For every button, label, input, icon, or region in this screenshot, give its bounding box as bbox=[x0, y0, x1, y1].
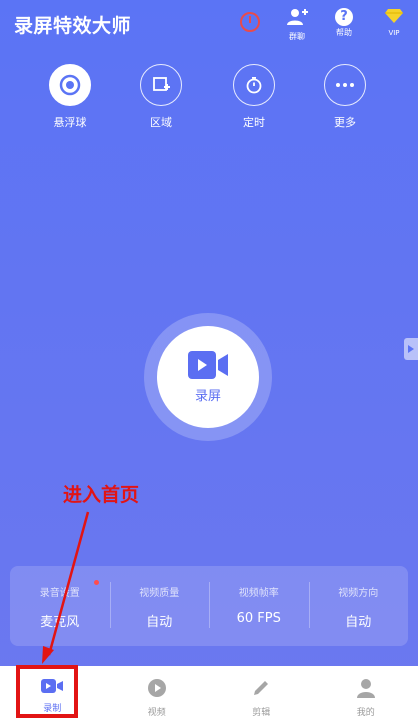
setting-framerate[interactable]: 视频帧率 60 FPS bbox=[209, 566, 309, 646]
region-icon bbox=[153, 77, 170, 91]
diamond-icon bbox=[385, 9, 403, 23]
group-chat-label: 群聊 bbox=[289, 32, 305, 41]
tool-region[interactable]: 区域 bbox=[133, 64, 189, 130]
tool-label: 更多 bbox=[334, 116, 356, 129]
tab-edit[interactable]: 剪辑 bbox=[209, 666, 314, 720]
notification-dot bbox=[94, 580, 99, 585]
group-chat-button[interactable]: 群聊 bbox=[282, 8, 312, 42]
settings-panel: 录音设置 麦克风 视频质量 自动 视频帧率 60 FPS 视频方向 自动 bbox=[10, 566, 408, 646]
setting-key: 视频方向 bbox=[338, 588, 379, 599]
setting-key: 视频质量 bbox=[139, 588, 180, 599]
clock-icon bbox=[240, 12, 260, 32]
video-camera-icon bbox=[188, 350, 228, 379]
setting-key: 录音设置 bbox=[39, 588, 80, 599]
play-arrow-icon bbox=[408, 345, 414, 353]
tool-floating-ball[interactable]: 悬浮球 bbox=[42, 64, 98, 130]
tab-profile[interactable]: 我的 bbox=[314, 666, 418, 720]
vip-button[interactable]: VIP bbox=[379, 8, 409, 37]
help-label: 帮助 bbox=[336, 28, 352, 37]
user-icon bbox=[356, 679, 375, 698]
timer-record-button[interactable] bbox=[235, 8, 265, 32]
record-button[interactable]: 录屏 bbox=[157, 326, 259, 428]
vip-label: VIP bbox=[388, 29, 400, 37]
setting-value: 麦克风 bbox=[40, 615, 80, 630]
side-drawer-handle[interactable] bbox=[404, 338, 418, 360]
setting-audio[interactable]: 录音设置 麦克风 bbox=[10, 566, 110, 646]
setting-value: 60 FPS bbox=[236, 611, 281, 626]
app-screen: 录屏特效大师 群聊 ? 帮助 VIP 悬浮球 区域 定时 更多 录屏 进入首页 … bbox=[0, 0, 418, 720]
setting-value: 自动 bbox=[345, 615, 372, 630]
tab-label: 剪辑 bbox=[252, 708, 271, 718]
annotation-highlight-box bbox=[16, 665, 78, 718]
help-button[interactable]: ? 帮助 bbox=[329, 8, 359, 38]
setting-value: 自动 bbox=[146, 615, 173, 630]
play-circle-icon bbox=[147, 679, 166, 697]
setting-key: 视频帧率 bbox=[238, 588, 279, 599]
tool-label: 区域 bbox=[150, 116, 172, 129]
tab-label: 我的 bbox=[356, 708, 375, 718]
tab-video[interactable]: 视频 bbox=[105, 666, 210, 720]
help-icon: ? bbox=[335, 8, 353, 26]
tool-label: 悬浮球 bbox=[53, 116, 87, 129]
tool-timer[interactable]: 定时 bbox=[226, 64, 282, 130]
more-icon bbox=[336, 83, 354, 87]
tab-label: 视频 bbox=[147, 708, 166, 718]
annotation-text: 进入首页 bbox=[63, 484, 140, 506]
tool-label: 定时 bbox=[243, 116, 265, 129]
pencil-icon bbox=[254, 681, 269, 695]
setting-orientation[interactable]: 视频方向 自动 bbox=[308, 566, 409, 646]
add-user-icon bbox=[287, 9, 308, 25]
record-label: 录屏 bbox=[194, 388, 221, 404]
floating-ball-icon bbox=[59, 74, 81, 96]
timer-icon bbox=[246, 77, 262, 94]
app-title: 录屏特效大师 bbox=[14, 15, 132, 37]
setting-quality[interactable]: 视频质量 自动 bbox=[109, 566, 210, 646]
tool-more[interactable]: 更多 bbox=[317, 64, 373, 130]
